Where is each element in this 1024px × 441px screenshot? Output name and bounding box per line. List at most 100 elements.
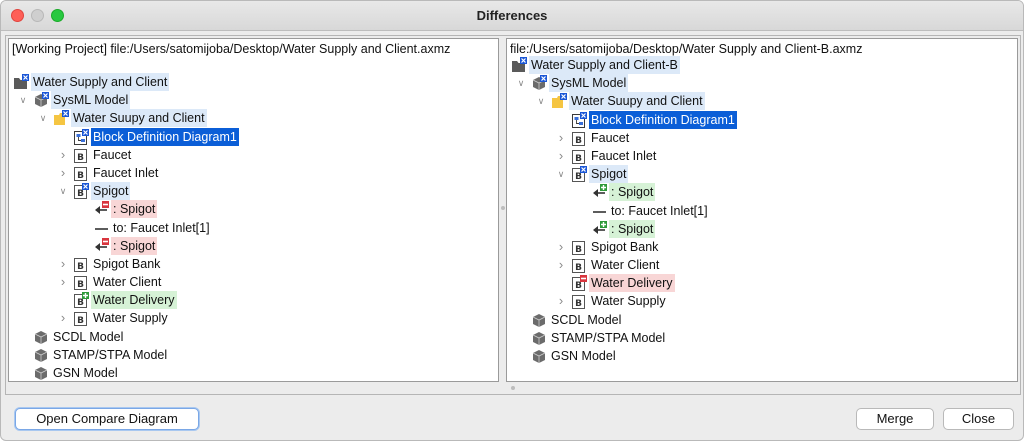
right-model-pane[interactable]: file:/Users/satomijoba/Desktop/Water Sup… [506, 38, 1018, 382]
tree-row[interactable]: ∨ SysML Model [9, 91, 498, 110]
part-added-icon [591, 220, 607, 237]
tree-row[interactable]: ∨ B Spigot [9, 182, 498, 201]
tree-row[interactable]: › B Faucet Inlet [507, 147, 1017, 165]
tree-row-label: STAMP/STPA Model [551, 330, 666, 345]
block-icon: B [73, 147, 89, 163]
chevron-down-icon[interactable]: ∨ [555, 165, 567, 183]
tree-row-label: Faucet [93, 147, 132, 162]
window-title: Differences [476, 8, 548, 23]
tree-row[interactable]: : Spigot [507, 183, 1017, 202]
left-tree: Water Supply and Client ∨ SysML Model ∨ Wate… [9, 73, 498, 381]
chevron-down-icon[interactable]: ∨ [37, 109, 49, 127]
chevron-down-icon[interactable]: ∨ [515, 74, 527, 92]
tree-row[interactable]: ∨ Water Suupy and Client [507, 92, 1017, 111]
tree-row[interactable]: › B Water Client [9, 273, 498, 291]
project-changed-icon [511, 57, 527, 73]
tree-row[interactable]: to: Faucet Inlet[1] [507, 202, 1017, 220]
part-added-icon [591, 184, 607, 200]
tree-row[interactable]: to: Faucet Inlet[1] [9, 219, 498, 237]
compare-area: [Working Project] file:/Users/satomijoba… [5, 35, 1021, 395]
tree-row[interactable]: B Water Delivery [9, 291, 498, 310]
tree-row[interactable]: SCDL Model [9, 328, 498, 346]
chevron-right-icon[interactable]: › [555, 129, 567, 147]
horizontal-split-handle[interactable] [6, 383, 1020, 393]
tree-row[interactable]: › B Faucet [9, 146, 498, 164]
tree-row[interactable]: › B Water Client [507, 256, 1017, 274]
block-icon: B [73, 310, 89, 327]
tree-row[interactable]: › B Spigot Bank [9, 255, 498, 273]
tree-row-label: to: Faucet Inlet[1] [611, 203, 708, 218]
svg-text:B: B [575, 299, 582, 309]
svg-text:B: B [575, 172, 582, 182]
close-button[interactable]: Close [943, 408, 1014, 430]
chevron-right-icon[interactable]: › [555, 292, 567, 310]
tree-row-label: Water Supply and Client [31, 73, 170, 91]
svg-text:B: B [77, 189, 84, 199]
tree-row[interactable]: STAMP/STPA Model [9, 346, 498, 364]
tree-row-label: SysML Model [51, 91, 131, 110]
tree-row[interactable]: SCDL Model [507, 311, 1017, 329]
tree-row[interactable]: Block Definition Diagram1 [9, 127, 498, 146]
tree-row[interactable]: Water Supply and Client-B [507, 56, 1017, 74]
tree-row[interactable]: › B Faucet Inlet [9, 164, 498, 182]
tree-row[interactable]: B Water Delivery [507, 274, 1017, 293]
model-icon [33, 365, 49, 381]
tree-row[interactable]: : Spigot [507, 219, 1017, 238]
tree-row[interactable]: : Spigot [9, 236, 498, 255]
tree-row-label: Water Client [93, 275, 162, 290]
tree-row-label: SCDL Model [551, 312, 622, 327]
tree-row-label: Spigot Bank [591, 239, 659, 254]
tree-row[interactable]: GSN Model [507, 347, 1017, 365]
tree-row[interactable]: ∨ SysML Model [507, 74, 1017, 93]
open-compare-diagram-button[interactable]: Open Compare Diagram [15, 408, 199, 430]
tree-row[interactable]: › B Faucet [507, 129, 1017, 147]
chevron-right-icon[interactable]: › [57, 309, 69, 327]
tree-row-label: Water Delivery [589, 274, 675, 293]
block-changed-icon: B [73, 183, 89, 200]
chevron-right-icon[interactable]: › [57, 146, 69, 164]
merge-button[interactable]: Merge [856, 408, 934, 430]
chevron-down-icon[interactable]: ∨ [57, 182, 69, 200]
tree-row-label: : Spigot [111, 200, 158, 219]
svg-text:B: B [77, 171, 84, 181]
tree-row[interactable]: › B Water Supply [507, 292, 1017, 310]
association-icon [93, 220, 109, 236]
tree-row[interactable]: STAMP/STPA Model [507, 329, 1017, 347]
svg-text:B: B [575, 136, 582, 146]
tree-row[interactable]: ∨ B Spigot [507, 165, 1017, 184]
model-icon [33, 329, 49, 345]
block-icon: B [73, 274, 89, 291]
tree-row[interactable]: GSN Model [9, 364, 498, 381]
part-removed-icon [93, 237, 109, 254]
model-icon [33, 347, 49, 363]
tree-row-label: Faucet Inlet [93, 165, 159, 180]
chevron-right-icon[interactable]: › [555, 147, 567, 165]
chevron-down-icon[interactable]: ∨ [17, 91, 29, 109]
tree-row-label: : Spigot [609, 219, 656, 238]
tree-row[interactable]: : Spigot [9, 200, 498, 219]
tree-row[interactable]: Water Supply and Client [9, 73, 498, 91]
chevron-right-icon[interactable]: › [57, 273, 69, 291]
chevron-right-icon[interactable]: › [555, 238, 567, 256]
block-icon: B [571, 148, 587, 164]
block-changed-icon: B [571, 166, 587, 183]
tree-row[interactable]: Block Definition Diagram1 [507, 110, 1017, 129]
package-changed-icon [551, 93, 567, 109]
chevron-right-icon[interactable]: › [555, 256, 567, 274]
tree-row-label: Water Supply [93, 311, 168, 326]
tree-row[interactable]: › B Water Supply [9, 309, 498, 327]
tree-row[interactable]: › B Spigot Bank [507, 238, 1017, 256]
chevron-right-icon[interactable]: › [57, 255, 69, 273]
chevron-down-icon[interactable]: ∨ [535, 92, 547, 110]
tree-row-label: Water Client [591, 258, 660, 273]
block-icon: B [571, 257, 587, 274]
tree-row-label: Block Definition Diagram1 [91, 127, 239, 146]
block-icon: B [73, 256, 89, 272]
block-icon: B [73, 165, 89, 181]
vertical-split-handle[interactable] [500, 38, 505, 382]
tree-row-label: : Spigot [111, 236, 158, 255]
tree-row[interactable]: ∨ Water Suupy and Client [9, 109, 498, 128]
chevron-right-icon[interactable]: › [57, 164, 69, 182]
left-model-pane[interactable]: [Working Project] file:/Users/satomijoba… [8, 38, 499, 382]
right-file-header: file:/Users/satomijoba/Desktop/Water Sup… [510, 42, 863, 56]
